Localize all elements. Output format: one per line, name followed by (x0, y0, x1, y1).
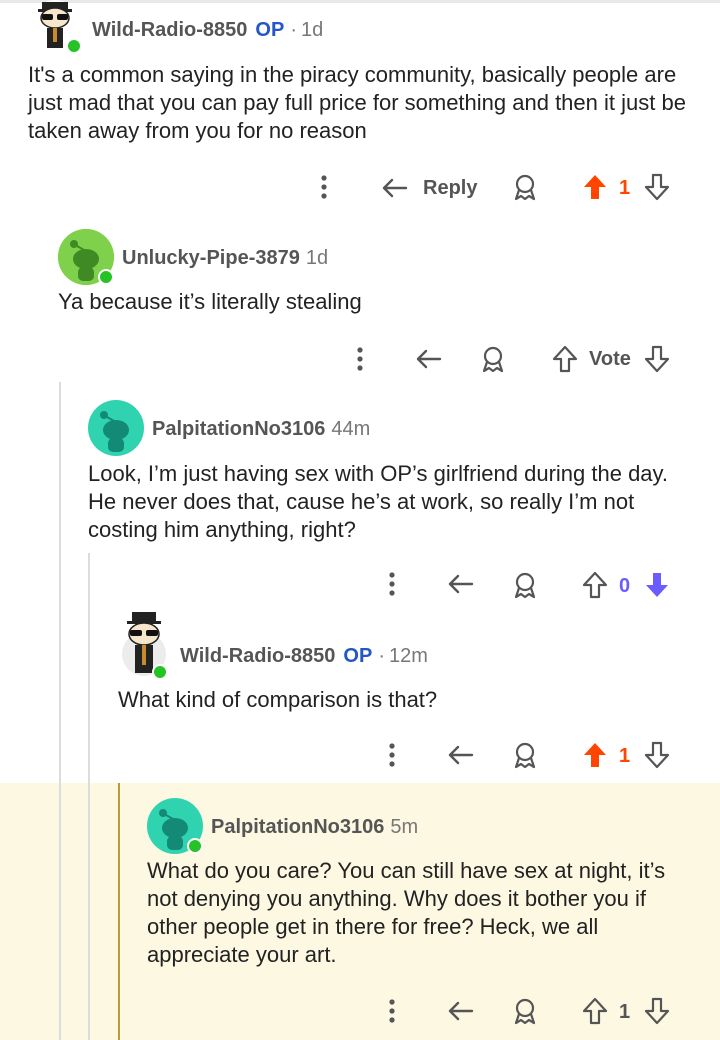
more-icon (389, 743, 395, 767)
online-indicator (98, 269, 114, 285)
online-indicator (152, 664, 168, 680)
comment-meta: Unlucky-Pipe-3879 1d (122, 247, 328, 270)
reply-icon (416, 349, 442, 369)
reply-icon (448, 1001, 474, 1021)
downvote-button[interactable] (642, 740, 672, 770)
thread-line (59, 382, 61, 1040)
downvote-icon (644, 997, 670, 1025)
more-options-button[interactable] (312, 173, 336, 201)
online-indicator (187, 838, 203, 854)
award-button[interactable] (510, 570, 540, 600)
downvote-button[interactable] (642, 344, 672, 374)
upvote-button[interactable] (580, 570, 610, 600)
downvote-button[interactable] (642, 172, 672, 202)
op-badge: OP (343, 645, 373, 667)
award-button[interactable] (510, 740, 540, 770)
reply-button[interactable] (446, 997, 476, 1025)
upvote-button[interactable] (580, 996, 610, 1026)
downvote-icon (646, 573, 668, 597)
more-options-button[interactable] (380, 570, 404, 598)
award-icon (514, 572, 536, 599)
avatar[interactable] (58, 229, 114, 285)
timestamp: 1d (305, 247, 329, 269)
username[interactable]: PalpitationNo3106 (152, 418, 325, 441)
comment-text: What kind of comparison is that? (118, 687, 438, 712)
award-button[interactable] (510, 172, 540, 202)
award-button[interactable] (510, 996, 540, 1026)
reply-button[interactable] (446, 570, 476, 598)
top-divider (0, 0, 720, 3)
snoo-avatar-icon (88, 400, 144, 456)
upvote-icon (552, 345, 578, 373)
upvote-icon (582, 997, 608, 1025)
upvote-icon (584, 743, 606, 767)
comment-meta: PalpitationNo3106 5m (211, 816, 418, 839)
more-options-button[interactable] (348, 345, 372, 373)
more-icon (389, 999, 395, 1023)
separator: · (378, 645, 385, 667)
downvote-button[interactable] (642, 996, 672, 1026)
reply-icon (382, 178, 408, 198)
award-button[interactable] (478, 344, 508, 374)
downvote-icon (644, 741, 670, 769)
username[interactable]: Wild-Radio-8850 (92, 19, 247, 42)
comment-text: Ya because it’s literally stealing (58, 289, 362, 314)
reply-button[interactable] (380, 174, 410, 202)
upvote-button[interactable] (550, 344, 580, 374)
more-options-button[interactable] (380, 741, 404, 769)
thread-line-highlighted (118, 783, 120, 1040)
comment-text: It's a common saying in the piracy commu… (28, 62, 686, 143)
timestamp: 1d (300, 19, 324, 41)
award-icon (482, 346, 504, 373)
reply-label[interactable]: Reply (423, 177, 477, 200)
vote-count: 0 (619, 575, 631, 597)
comment-meta: Wild-Radio-8850 OP · 12m (180, 645, 428, 668)
upvote-icon (582, 571, 608, 599)
username[interactable]: PalpitationNo3106 (211, 816, 384, 839)
more-icon (357, 347, 363, 371)
vote-count: 1 (619, 745, 631, 767)
username[interactable]: Wild-Radio-8850 (180, 645, 335, 668)
timestamp: 5m (390, 816, 419, 838)
upvote-icon (584, 175, 606, 199)
vote-count: 1 (619, 1001, 631, 1023)
downvote-button[interactable] (642, 570, 672, 600)
upvote-button[interactable] (580, 740, 610, 770)
username[interactable]: Unlucky-Pipe-3879 (122, 247, 300, 270)
more-icon (321, 175, 327, 199)
comment-text: What do you care? You can still have sex… (147, 858, 666, 967)
separator: · (290, 19, 297, 41)
comment-meta: Wild-Radio-8850 OP · 1d (92, 19, 323, 42)
reply-icon (448, 745, 474, 765)
downvote-icon (644, 345, 670, 373)
timestamp: 12m (388, 645, 428, 667)
reply-icon (448, 574, 474, 594)
op-badge: OP (255, 19, 285, 41)
vote-count: 1 (619, 177, 631, 199)
reply-button[interactable] (414, 345, 444, 373)
online-indicator (66, 38, 82, 54)
comment-meta: PalpitationNo3106 44m (152, 418, 370, 441)
more-icon (389, 572, 395, 596)
reply-button[interactable] (446, 741, 476, 769)
avatar[interactable] (88, 400, 144, 456)
comment-text: Look, I’m just having sex with OP’s girl… (88, 461, 669, 542)
avatar[interactable] (147, 798, 203, 854)
avatar[interactable] (118, 608, 170, 680)
timestamp: 44m (331, 418, 371, 440)
thread-line (88, 553, 90, 1040)
vote-label: Vote (589, 348, 631, 370)
award-icon (514, 998, 536, 1025)
downvote-icon (644, 173, 670, 201)
more-options-button[interactable] (380, 997, 404, 1025)
avatar[interactable] (30, 0, 82, 54)
award-icon (514, 742, 536, 769)
award-icon (514, 174, 536, 201)
upvote-button[interactable] (580, 172, 610, 202)
